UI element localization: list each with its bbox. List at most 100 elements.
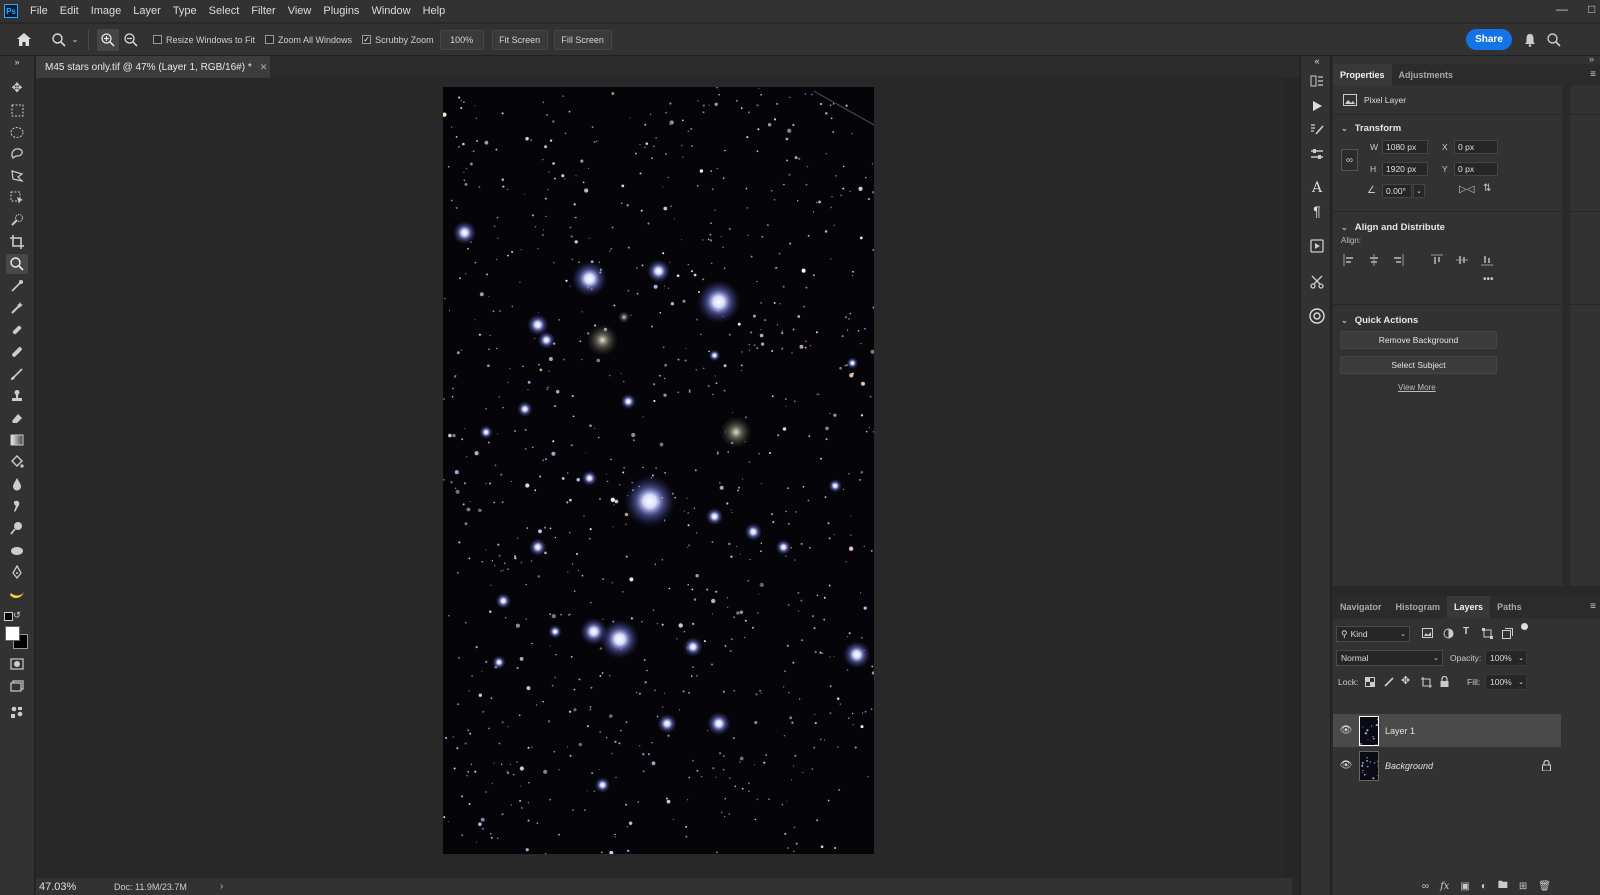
filter-smart-object-icon[interactable] [1502,628,1513,639]
x-field[interactable]: 0 px [1454,140,1498,154]
lock-all-icon[interactable] [1440,676,1449,687]
banana-icon[interactable] [6,584,28,604]
star-field-image[interactable] [443,87,874,854]
canvas-area[interactable] [36,78,1292,878]
remove-background-button[interactable]: Remove Background [1340,331,1497,349]
tab-properties[interactable]: Properties [1333,64,1392,86]
panel-menu-icon[interactable]: ≡ [1590,601,1596,612]
menu-layer[interactable]: Layer [127,5,167,17]
fit-screen-button[interactable]: Fit Screen [491,29,548,50]
lasso-tool-icon[interactable] [6,144,28,164]
home-icon[interactable] [0,24,48,56]
brushes-icon[interactable] [1307,119,1327,139]
elliptical-marquee-icon[interactable] [6,122,28,142]
add-mask-icon[interactable]: ▣ [1460,881,1469,892]
link-icon[interactable]: ∞ [1341,149,1358,171]
eye-icon[interactable]: 👁︎ [1333,760,1359,771]
checkbox-box[interactable] [153,35,162,44]
dodge-tool-icon[interactable] [6,518,28,538]
align-left-icon[interactable] [1343,254,1355,266]
gradient-tool-icon[interactable] [6,430,28,450]
healing-brush-icon[interactable] [6,320,28,340]
share-button[interactable]: Share [1466,29,1512,50]
actions-play-icon[interactable] [1307,96,1327,116]
quick-mask-icon[interactable] [6,654,28,674]
more-options-icon[interactable]: ••• [1483,274,1494,285]
paragraph-icon[interactable]: ¶ [1307,201,1327,221]
move-tool-icon[interactable]: ✥ [6,78,28,98]
menu-help[interactable]: Help [417,5,452,17]
lock-artboard-icon[interactable] [1421,677,1432,688]
quick-selection-icon[interactable] [6,210,28,230]
paint-bucket-icon[interactable] [6,452,28,472]
sponge-tool-icon[interactable] [6,540,28,560]
marquee-tool-icon[interactable] [6,100,28,120]
chevron-right-icon[interactable]: › [220,881,223,892]
trash-icon[interactable]: 🗑︎ [1538,881,1551,892]
align-section-header[interactable]: ⌄ Align and Distribute [1333,218,1600,236]
link-layers-icon[interactable]: ∞ [1422,881,1429,892]
transform-section-header[interactable]: ⌄ Transform [1333,119,1600,137]
filter-pixel-icon[interactable] [1422,628,1433,638]
width-field[interactable]: 1080 px [1382,140,1428,154]
align-bottom-icon[interactable] [1481,254,1493,266]
chevron-down-icon[interactable]: ⌄ [1413,184,1425,198]
search-icon[interactable] [1546,32,1562,48]
fx-icon[interactable]: fx [1440,881,1449,892]
clone-stamp-icon[interactable] [6,386,28,406]
fill-screen-button[interactable]: Fill Screen [553,29,612,50]
tab-adjustments[interactable]: Adjustments [1392,64,1461,86]
zoom-in-icon[interactable] [97,28,119,51]
align-middle-icon[interactable] [1456,254,1468,266]
zoom-all-windows-checkbox[interactable]: Zoom All Windows [265,35,352,45]
zoom-out-icon[interactable] [119,29,143,51]
panel-menu-icon[interactable]: ≡ [1590,69,1596,80]
zoom-tool-preset-icon[interactable] [48,24,70,56]
menu-window[interactable]: Window [365,5,416,17]
tab-layers[interactable]: Layers [1447,596,1491,618]
libraries-icon[interactable] [1307,236,1327,256]
menu-select[interactable]: Select [203,5,246,17]
pen-tool-icon[interactable] [6,562,28,582]
lock-position-icon[interactable]: ✥ [1401,674,1410,687]
select-subject-button[interactable]: Select Subject [1340,356,1497,374]
menu-plugins[interactable]: Plugins [317,5,365,17]
foreground-color-swatch[interactable] [5,626,20,641]
zoom-percent-field[interactable]: 100% [439,29,484,50]
filter-shape-icon[interactable] [1482,628,1493,639]
layer-row[interactable]: 👁︎ Background [1333,749,1561,782]
tab-paths[interactable]: Paths [1490,596,1529,618]
adjust-sliders-icon[interactable] [1307,144,1327,164]
smudge-tool-icon[interactable] [6,496,28,516]
tools-scissors-icon[interactable] [1307,272,1327,292]
align-center-icon[interactable] [1368,254,1380,266]
edit-toolbar-icon[interactable] [6,702,28,722]
align-right-icon[interactable] [1392,254,1404,266]
screen-mode-icon[interactable] [6,676,28,696]
lock-transparent-icon[interactable] [1365,677,1375,687]
learn-icon[interactable] [1307,306,1327,326]
align-top-icon[interactable] [1431,254,1443,266]
collapse-panels-icon[interactable]: « [1307,56,1327,66]
bell-icon[interactable] [1522,32,1538,48]
collapse-panels-right-icon[interactable]: » [1589,54,1594,64]
menu-view[interactable]: View [282,5,318,17]
zoom-level-readout[interactable]: 47.03% [36,881,108,893]
filter-adjustment-icon[interactable] [1443,628,1454,639]
fill-field[interactable]: 100% ⌄ [1485,674,1527,690]
menu-image[interactable]: Image [85,5,128,17]
checkbox-checked-icon[interactable]: ✓ [362,35,372,44]
blend-mode-dropdown[interactable]: Normal ⌄ [1336,650,1443,666]
properties-scrollbar[interactable] [1562,86,1570,586]
zoom-tool-icon[interactable] [6,254,28,274]
layer-name[interactable]: Layer 1 [1385,726,1415,736]
menu-filter[interactable]: Filter [245,5,281,17]
checkbox-box[interactable] [265,35,275,44]
history-icon[interactable] [1307,71,1327,91]
menu-type[interactable]: Type [167,5,203,17]
tab-histogram[interactable]: Histogram [1389,596,1448,618]
new-layer-icon[interactable]: ⊞ [1519,881,1527,892]
lock-icon[interactable] [1542,760,1551,771]
vertical-scrollbar[interactable] [1284,78,1300,878]
scrubby-zoom-checkbox[interactable]: ✓ Scrubby Zoom [362,35,434,45]
